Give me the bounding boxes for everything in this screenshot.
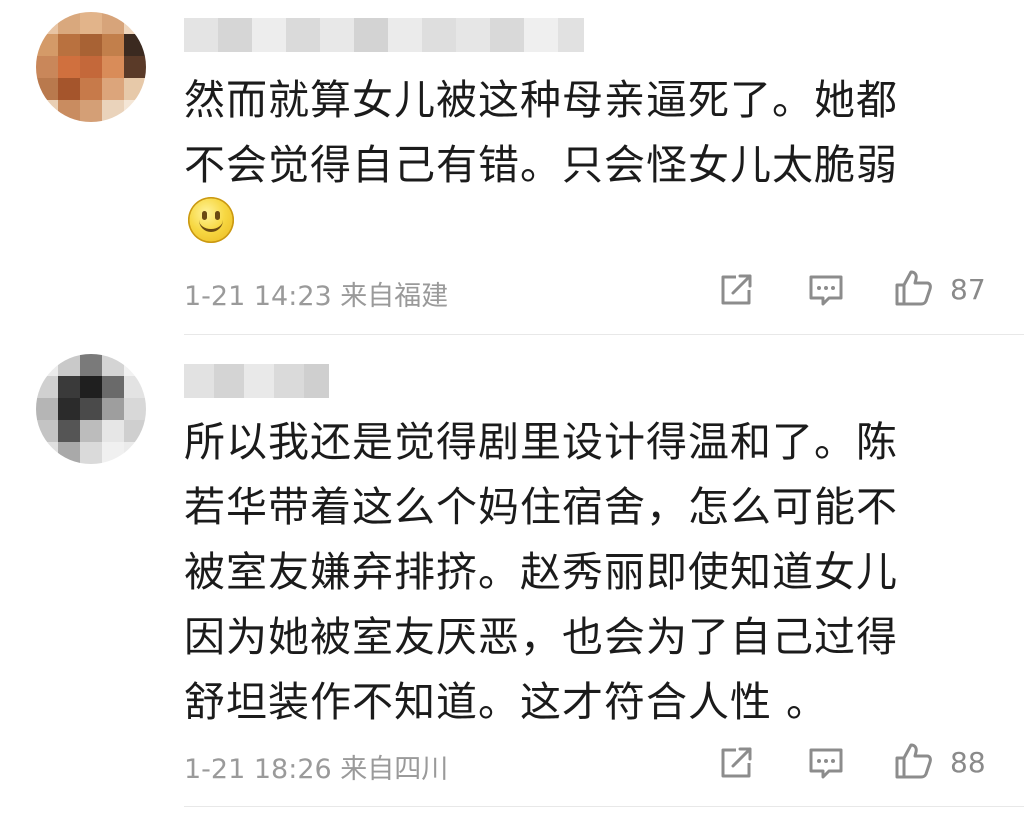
comment-time: 1-21 14:23	[184, 281, 332, 312]
comment-icon[interactable]	[806, 743, 846, 783]
username-blurred[interactable]	[184, 18, 584, 52]
like-count: 87	[950, 273, 986, 306]
like-count: 88	[950, 746, 986, 779]
comment-text-line: 被室友嫌弃排挤。赵秀丽即使知道女儿	[184, 548, 898, 596]
username-blurred[interactable]	[184, 364, 329, 398]
share-icon[interactable]	[716, 270, 756, 310]
like-icon[interactable]	[893, 741, 933, 781]
comment-text-line: 然而就算女儿被这种母亲逼死了。她都	[184, 76, 898, 124]
comment-text: 所以我还是觉得剧里设计得温和了。陈 若华带着这么个妈住宿舍，怎么可能不 被室友嫌…	[184, 410, 974, 735]
avatar[interactable]	[36, 354, 146, 464]
comment-meta: 1-21 14:23 来自福建	[184, 274, 448, 313]
comment-text: 然而就算女儿被这种母亲逼死了。她都 不会觉得自己有错。只会怪女儿太脆弱	[184, 68, 974, 198]
comment-text-line: 舒坦装作不知道。这才符合人性 。	[184, 678, 829, 726]
smile-emoji-icon	[188, 197, 234, 243]
comment-text-line: 因为她被室友厌恶，也会为了自己过得	[184, 613, 898, 661]
comment-icon[interactable]	[806, 270, 846, 310]
comment-time: 1-21 18:26	[184, 754, 332, 785]
avatar[interactable]	[36, 12, 146, 122]
comment-text-line: 不会觉得自己有错。只会怪女儿太脆弱	[184, 141, 898, 189]
comment-location: 来自福建	[340, 281, 449, 312]
like-icon[interactable]	[893, 268, 933, 308]
comment-location: 来自四川	[340, 754, 449, 785]
share-icon[interactable]	[716, 743, 756, 783]
comment-text-line: 若华带着这么个妈住宿舍，怎么可能不	[184, 483, 898, 531]
comment-divider	[184, 806, 1024, 807]
comment-meta: 1-21 18:26 来自四川	[184, 747, 448, 786]
comment-divider	[184, 334, 1024, 335]
comment-text-line: 所以我还是觉得剧里设计得温和了。陈	[184, 418, 898, 466]
